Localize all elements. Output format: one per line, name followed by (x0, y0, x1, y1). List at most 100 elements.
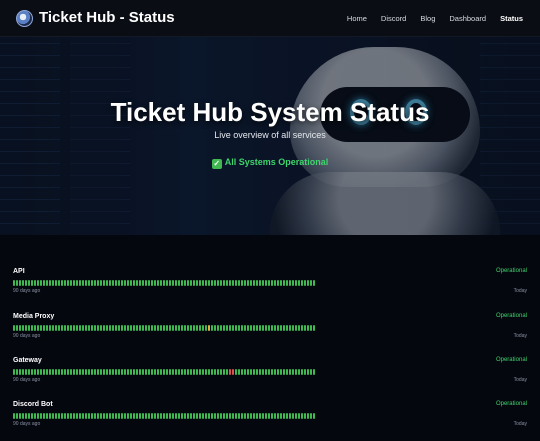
uptime-day-bar[interactable] (25, 413, 27, 419)
uptime-day-bar[interactable] (262, 325, 264, 331)
uptime-day-bar[interactable] (304, 413, 306, 419)
uptime-day-bar[interactable] (61, 325, 63, 331)
uptime-day-bar[interactable] (127, 413, 129, 419)
uptime-day-bar[interactable] (91, 280, 93, 286)
uptime-day-bar[interactable] (103, 280, 105, 286)
uptime-day-bar[interactable] (208, 413, 210, 419)
uptime-day-bar[interactable] (310, 325, 312, 331)
uptime-day-bar[interactable] (151, 369, 153, 375)
uptime-day-bar[interactable] (223, 369, 225, 375)
uptime-day-bar[interactable] (97, 325, 99, 331)
uptime-day-bar[interactable] (229, 413, 231, 419)
uptime-day-bar[interactable] (106, 280, 108, 286)
uptime-day-bar[interactable] (232, 369, 234, 375)
uptime-day-bar[interactable] (55, 413, 57, 419)
uptime-day-bar[interactable] (268, 369, 270, 375)
uptime-day-bar[interactable] (169, 369, 171, 375)
uptime-day-bar[interactable] (238, 325, 240, 331)
uptime-day-bar[interactable] (259, 413, 261, 419)
uptime-day-bar[interactable] (247, 413, 249, 419)
uptime-day-bar[interactable] (184, 280, 186, 286)
uptime-day-bar[interactable] (139, 280, 141, 286)
uptime-day-bar[interactable] (139, 369, 141, 375)
uptime-day-bar[interactable] (310, 280, 312, 286)
uptime-day-bar[interactable] (163, 413, 165, 419)
uptime-day-bar[interactable] (112, 325, 114, 331)
uptime-day-bar[interactable] (16, 369, 18, 375)
uptime-day-bar[interactable] (265, 280, 267, 286)
uptime-day-bar[interactable] (22, 325, 24, 331)
uptime-day-bar[interactable] (277, 325, 279, 331)
uptime-day-bar[interactable] (175, 413, 177, 419)
uptime-day-bar[interactable] (139, 325, 141, 331)
uptime-day-bar[interactable] (118, 369, 120, 375)
uptime-day-bar[interactable] (304, 369, 306, 375)
uptime-day-bar[interactable] (175, 369, 177, 375)
uptime-day-bar[interactable] (178, 280, 180, 286)
uptime-day-bar[interactable] (151, 325, 153, 331)
uptime-day-bar[interactable] (55, 325, 57, 331)
uptime-day-bar[interactable] (172, 280, 174, 286)
uptime-day-bar[interactable] (172, 413, 174, 419)
uptime-day-bar[interactable] (304, 325, 306, 331)
uptime-day-bar[interactable] (226, 280, 228, 286)
uptime-day-bar[interactable] (274, 325, 276, 331)
uptime-day-bar[interactable] (112, 369, 114, 375)
uptime-day-bar[interactable] (307, 413, 309, 419)
uptime-day-bar[interactable] (220, 280, 222, 286)
uptime-day-bar[interactable] (115, 369, 117, 375)
uptime-day-bar[interactable] (109, 369, 111, 375)
uptime-day-bar[interactable] (190, 369, 192, 375)
uptime-day-bar[interactable] (208, 369, 210, 375)
uptime-day-bar[interactable] (64, 413, 66, 419)
uptime-day-bar[interactable] (64, 280, 66, 286)
uptime-day-bar[interactable] (295, 369, 297, 375)
uptime-day-bar[interactable] (85, 280, 87, 286)
uptime-day-bar[interactable] (79, 325, 81, 331)
uptime-day-bar[interactable] (238, 280, 240, 286)
uptime-day-bar[interactable] (217, 280, 219, 286)
uptime-day-bar[interactable] (46, 325, 48, 331)
uptime-day-bar[interactable] (280, 413, 282, 419)
uptime-day-bar[interactable] (160, 413, 162, 419)
uptime-day-bar[interactable] (202, 369, 204, 375)
uptime-day-bar[interactable] (103, 325, 105, 331)
uptime-day-bar[interactable] (79, 369, 81, 375)
uptime-day-bar[interactable] (13, 413, 15, 419)
uptime-day-bar[interactable] (103, 413, 105, 419)
uptime-day-bar[interactable] (202, 413, 204, 419)
uptime-day-bar[interactable] (157, 280, 159, 286)
uptime-day-bar[interactable] (142, 413, 144, 419)
nav-link-status[interactable]: Status (500, 14, 523, 23)
uptime-day-bar[interactable] (142, 369, 144, 375)
uptime-day-bar[interactable] (37, 325, 39, 331)
uptime-day-bar[interactable] (136, 369, 138, 375)
uptime-day-bar[interactable] (238, 413, 240, 419)
uptime-day-bar[interactable] (112, 413, 114, 419)
uptime-day-bar[interactable] (88, 413, 90, 419)
uptime-day-bar[interactable] (115, 413, 117, 419)
uptime-day-bar[interactable] (127, 369, 129, 375)
uptime-day-bar[interactable] (202, 280, 204, 286)
uptime-day-bar[interactable] (214, 325, 216, 331)
uptime-day-bar[interactable] (67, 369, 69, 375)
uptime-day-bar[interactable] (205, 280, 207, 286)
uptime-day-bar[interactable] (262, 280, 264, 286)
uptime-day-bar[interactable] (151, 413, 153, 419)
uptime-day-bar[interactable] (121, 413, 123, 419)
uptime-day-bar[interactable] (157, 325, 159, 331)
brand-title[interactable]: Ticket Hub - Status (39, 9, 175, 26)
uptime-day-bar[interactable] (166, 280, 168, 286)
uptime-day-bar[interactable] (253, 413, 255, 419)
uptime-day-bar[interactable] (31, 369, 33, 375)
uptime-day-bar[interactable] (256, 369, 258, 375)
uptime-day-bar[interactable] (85, 369, 87, 375)
uptime-day-bar[interactable] (283, 369, 285, 375)
uptime-day-bar[interactable] (196, 369, 198, 375)
uptime-day-bar[interactable] (250, 280, 252, 286)
uptime-day-bar[interactable] (253, 369, 255, 375)
uptime-day-bar[interactable] (160, 280, 162, 286)
uptime-day-bar[interactable] (250, 325, 252, 331)
uptime-day-bar[interactable] (301, 325, 303, 331)
uptime-day-bar[interactable] (223, 325, 225, 331)
